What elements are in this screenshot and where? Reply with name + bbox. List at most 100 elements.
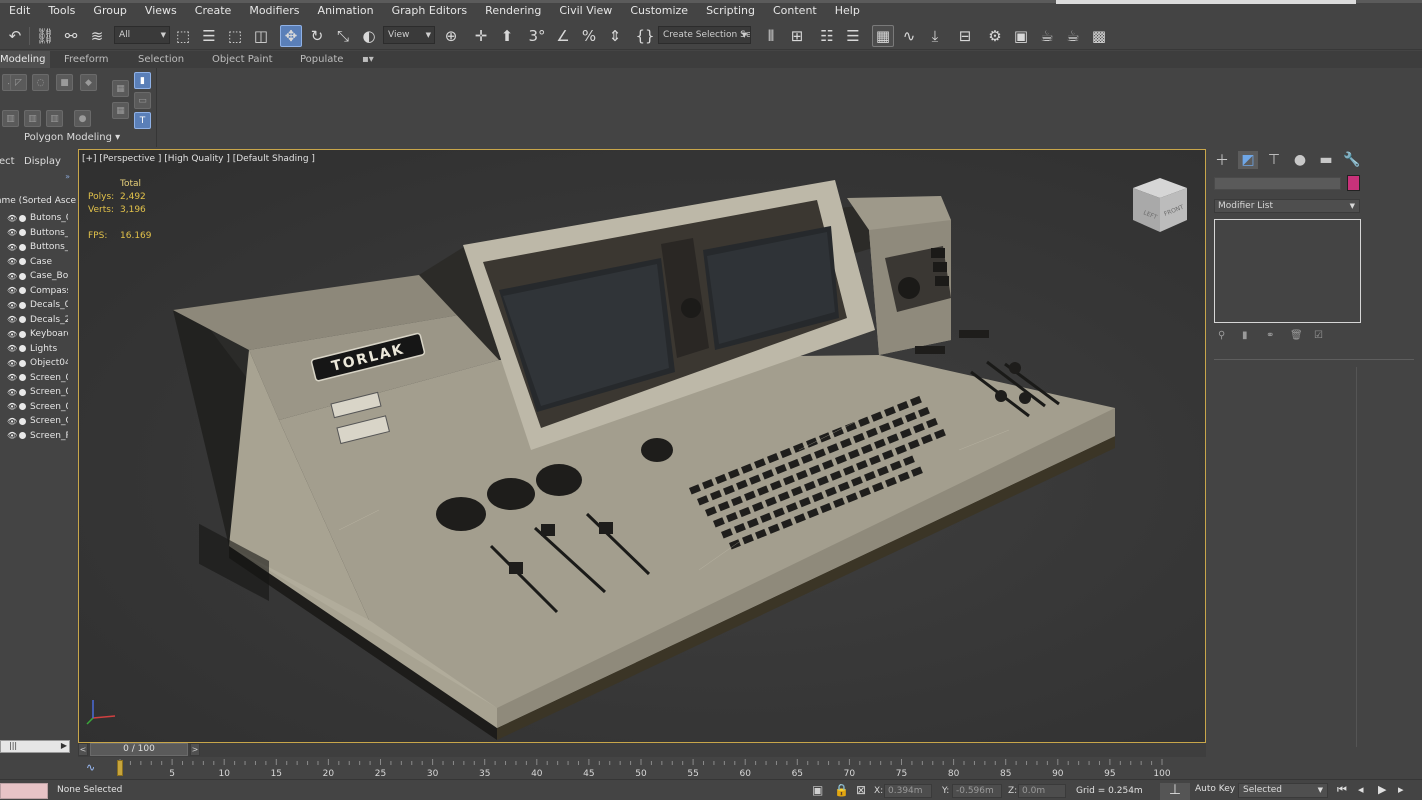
explorer-object-row[interactable]: 👁 Screen_R [0, 429, 76, 444]
select-object-icon[interactable]: ⬚ [172, 25, 194, 47]
show-end-result-icon[interactable]: ▮ [1242, 330, 1248, 341]
selection-filter-dropdown[interactable]: All ▼ [114, 26, 170, 44]
visibility-eye-icon[interactable]: 👁 [7, 373, 17, 382]
undo-icon[interactable]: ↶ [4, 25, 26, 47]
explorer-tab-select[interactable]: ect [0, 156, 15, 167]
visibility-eye-icon[interactable]: 👁 [7, 214, 17, 223]
edge-icon[interactable]: ◸ [10, 74, 27, 91]
object-name-field[interactable] [1214, 177, 1341, 190]
placement-icon[interactable]: ◐ [358, 25, 380, 47]
percent-snap-icon[interactable]: % [578, 25, 600, 47]
scene-explorer-icon[interactable]: ☷ [816, 25, 838, 47]
tab-populate[interactable]: Populate [300, 51, 343, 68]
mini-curve-editor-icon[interactable]: ∿ [86, 761, 95, 774]
curve-editor-icon[interactable]: ∿ [898, 25, 920, 47]
pivot-icon[interactable]: ⊕ [440, 25, 462, 47]
explorer-object-row[interactable]: 👁 Buttons_ [0, 240, 76, 255]
keyboard-shortcut-override-icon[interactable]: ⬆ [496, 25, 518, 47]
menu-tools[interactable]: Tools [39, 0, 84, 22]
auto-key-button[interactable]: Auto Key [1195, 784, 1235, 794]
polygon-icon[interactable]: ■ [56, 74, 73, 91]
visibility-eye-icon[interactable]: 👁 [7, 315, 17, 324]
explorer-column-header[interactable]: ame (Sorted Ascen [0, 196, 76, 206]
pin-stack-icon[interactable]: ⚲ [1218, 330, 1225, 341]
visibility-eye-icon[interactable]: 👁 [7, 286, 17, 295]
time-slider[interactable]: < 0 / 100 > [78, 743, 1206, 757]
snaps-toggle-icon[interactable]: 3° [526, 25, 548, 47]
maxscript-listener[interactable] [0, 783, 48, 799]
viewport-label-menu[interactable]: [+] [Perspective ] [High Quality ] [Defa… [82, 154, 315, 164]
utilities-icon[interactable]: 🔧 [1342, 151, 1362, 169]
visibility-eye-icon[interactable]: 👁 [7, 257, 17, 266]
previous-frame-icon[interactable]: ◂ [1358, 783, 1364, 796]
visibility-eye-icon[interactable]: 👁 [7, 272, 17, 281]
remove-modifier-icon[interactable]: 🗑 [1290, 330, 1303, 341]
tab-modeling[interactable]: Modeling [0, 51, 50, 68]
chevron-right-icon[interactable]: > [190, 743, 200, 756]
configure-modifier-sets-icon[interactable]: ☑ [1314, 330, 1323, 341]
menu-views[interactable]: Views [136, 0, 186, 22]
scale-icon[interactable]: ⤡ [332, 25, 354, 47]
create-icon[interactable]: ＋ [1212, 151, 1232, 169]
explorer-tab-display[interactable]: Display [24, 156, 61, 167]
bind-space-warp-icon[interactable]: ≋ [86, 25, 108, 47]
visibility-eye-icon[interactable]: 👁 [7, 344, 17, 353]
visibility-eye-icon[interactable]: 👁 [7, 402, 17, 411]
y-coordinate-field[interactable]: -0.596m [952, 784, 1002, 798]
explorer-object-row[interactable]: 👁 Screen_0 [0, 371, 76, 386]
perspective-viewport[interactable]: TORLAK [+] [Perspective] [High Quality … [78, 149, 1206, 743]
render-production-icon[interactable]: ☕ [1062, 25, 1084, 47]
object-color-swatch[interactable] [1347, 175, 1360, 191]
move-icon[interactable]: ✥ [280, 25, 302, 47]
preview-selection-icon[interactable]: ▥ [46, 110, 63, 127]
make-unique-icon[interactable]: ▭ [134, 92, 151, 109]
element-icon[interactable]: ◆ [80, 74, 97, 91]
explorer-object-row[interactable]: 👁 Decals_0 [0, 298, 76, 313]
next-frame-icon[interactable]: ▸ [1398, 783, 1404, 796]
modifier-list-dropdown[interactable]: Modifier List ▼ [1214, 199, 1360, 213]
menu-create[interactable]: Create [186, 0, 241, 22]
visibility-eye-icon[interactable]: 👁 [7, 431, 17, 440]
menu-scripting[interactable]: Scripting [697, 0, 764, 22]
selection-lock-icon[interactable]: 🔒 [834, 783, 849, 797]
make-unique-icon[interactable]: ⚭ [1266, 330, 1274, 341]
x-coordinate-field[interactable]: 0.394m [884, 784, 932, 798]
current-frame-marker[interactable] [117, 760, 123, 776]
set-key-button[interactable]: ⊥ [1160, 783, 1190, 800]
select-manipulate-icon[interactable]: ✛ [470, 25, 492, 47]
play-icon[interactable]: ▶ [1378, 783, 1386, 796]
unlink-icon[interactable]: ⚯ [60, 25, 82, 47]
show-end-result-icon[interactable]: ▦ [112, 102, 129, 119]
menu-help[interactable]: Help [826, 0, 869, 22]
menu-civil-view[interactable]: Civil View [550, 0, 621, 22]
angle-snap-icon[interactable]: ∠ [552, 25, 574, 47]
menu-modifiers[interactable]: Modifiers [240, 0, 308, 22]
motion-icon[interactable]: ● [1290, 151, 1310, 169]
modifier-stack[interactable] [1214, 219, 1361, 323]
ignore-backfacing-icon[interactable]: ● [74, 110, 91, 127]
visibility-eye-icon[interactable]: 👁 [7, 359, 17, 368]
collapse-stack-icon[interactable]: ▦ [112, 80, 129, 97]
ribbon-toggle-icon[interactable]: ▦ [872, 25, 894, 47]
explorer-object-row[interactable]: 👁 Screen_C [0, 414, 76, 429]
layer-explorer-icon[interactable]: ☰ [842, 25, 864, 47]
border-icon[interactable]: ◌ [32, 74, 49, 91]
explorer-object-row[interactable]: 👁 Butons_0 [0, 211, 76, 226]
explorer-object-row[interactable]: 👁 Decals_2 [0, 313, 76, 328]
stack-level-icon[interactable]: ▥ [24, 110, 41, 127]
rectangular-region-icon[interactable]: ⬚ [224, 25, 246, 47]
search-field[interactable] [1056, 0, 1356, 4]
dope-sheet-icon[interactable]: ⤓ [924, 25, 946, 47]
render-cloud-icon[interactable]: ▩ [1088, 25, 1110, 47]
menu-edit[interactable]: Edit [0, 0, 39, 22]
visibility-eye-icon[interactable]: 👁 [7, 417, 17, 426]
explorer-object-row[interactable]: 👁 Lights [0, 342, 76, 357]
named-selection-dropdown[interactable]: Create Selection Se ▼ [658, 26, 751, 44]
z-coordinate-field[interactable]: 0.0m [1018, 784, 1066, 798]
explorer-object-row[interactable]: 👁 Case_Bot [0, 269, 76, 284]
hierarchy-icon[interactable]: ⊤ [1264, 151, 1284, 169]
go-to-start-icon[interactable]: ⏮ [1337, 783, 1347, 797]
menu-rendering[interactable]: Rendering [476, 0, 550, 22]
rotate-icon[interactable]: ↻ [306, 25, 328, 47]
window-crossing-icon[interactable]: ◫ [250, 25, 272, 47]
